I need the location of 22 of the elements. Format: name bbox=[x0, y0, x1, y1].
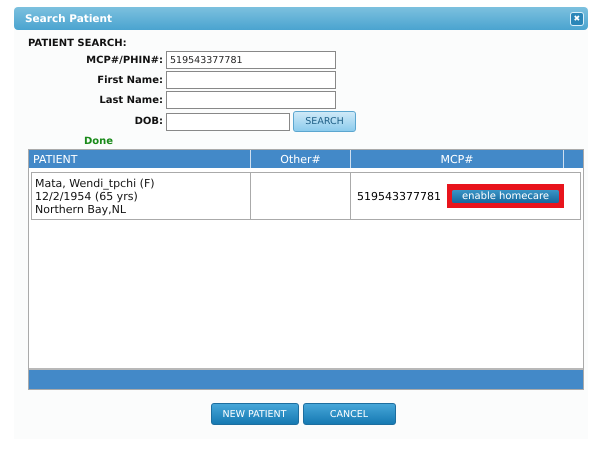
input-field[interactable] bbox=[166, 91, 336, 109]
status-text: Done bbox=[84, 136, 114, 147]
column-header: MCP# bbox=[351, 150, 564, 168]
section-heading: PATIENT SEARCH: bbox=[28, 38, 128, 49]
search-button[interactable]: SEARCH bbox=[293, 111, 356, 132]
field-label: Last Name: bbox=[98, 94, 163, 106]
enable-homecare-button[interactable]: enable homecare bbox=[452, 190, 560, 203]
mcp-number: 519543377781 bbox=[357, 190, 441, 202]
table-row[interactable]: Mata, Wendi_tpchi (F) 12/2/1954 (65 yrs) Northern Bay,NL 519543377781 enable homecare bbox=[31, 172, 581, 220]
input-field[interactable]: 519543377781 bbox=[166, 51, 336, 69]
dialog-button[interactable]: CANCEL bbox=[302, 403, 396, 425]
input-field[interactable] bbox=[166, 112, 290, 130]
window-title: Search Patient bbox=[25, 12, 112, 24]
column-header: Other# bbox=[251, 150, 351, 168]
field-label: First Name: bbox=[96, 74, 163, 86]
field-label: MCP#/PHIN#: bbox=[85, 54, 163, 66]
close-button[interactable]: ✖ bbox=[570, 12, 584, 26]
dialog-button[interactable]: NEW PATIENT bbox=[210, 403, 298, 425]
input-field[interactable] bbox=[166, 71, 336, 89]
table-cell: Mata, Wendi_tpchi (F) 12/2/1954 (65 yrs) Northern Bay,NL bbox=[32, 173, 251, 219]
field-label: DOB: bbox=[134, 116, 163, 127]
column-header: PATIENT bbox=[29, 150, 251, 168]
